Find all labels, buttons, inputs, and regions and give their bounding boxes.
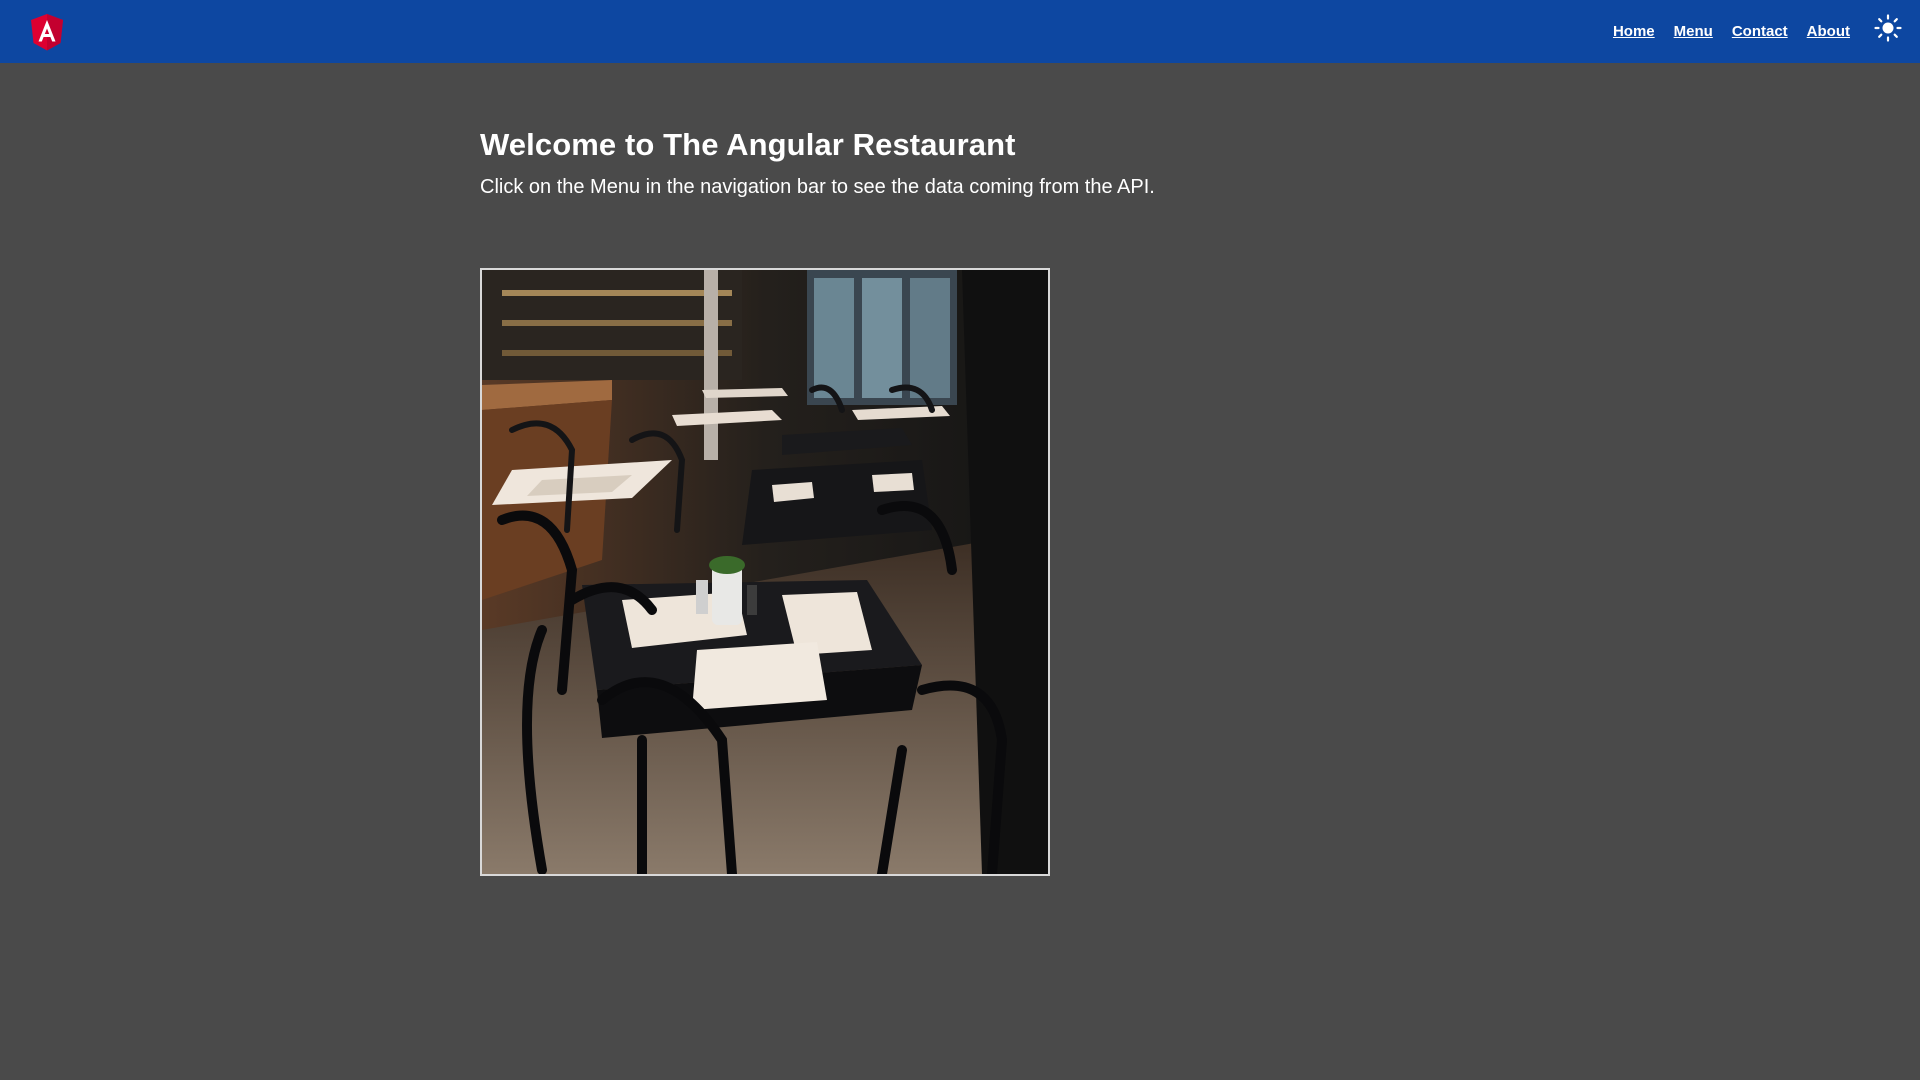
top-navbar: Home Menu Contact About	[0, 0, 1920, 63]
angular-logo-icon[interactable]	[30, 13, 64, 51]
page-subtitle: Click on the Menu in the navigation bar …	[480, 176, 1155, 198]
welcome-section: Welcome to The Angular Restaurant Click …	[480, 126, 1440, 200]
restaurant-photo	[480, 268, 1050, 876]
nav-link-contact[interactable]: Contact	[1732, 23, 1788, 40]
restaurant-interior-photo	[482, 270, 1048, 874]
nav-link-home[interactable]: Home	[1613, 23, 1655, 40]
nav-link-about[interactable]: About	[1807, 23, 1850, 40]
page-title: Welcome to The Angular Restaurant	[480, 127, 1016, 162]
main-nav: Home Menu Contact About	[1613, 0, 1850, 63]
nav-link-menu[interactable]: Menu	[1674, 23, 1713, 40]
sun-icon[interactable]	[1874, 14, 1902, 42]
